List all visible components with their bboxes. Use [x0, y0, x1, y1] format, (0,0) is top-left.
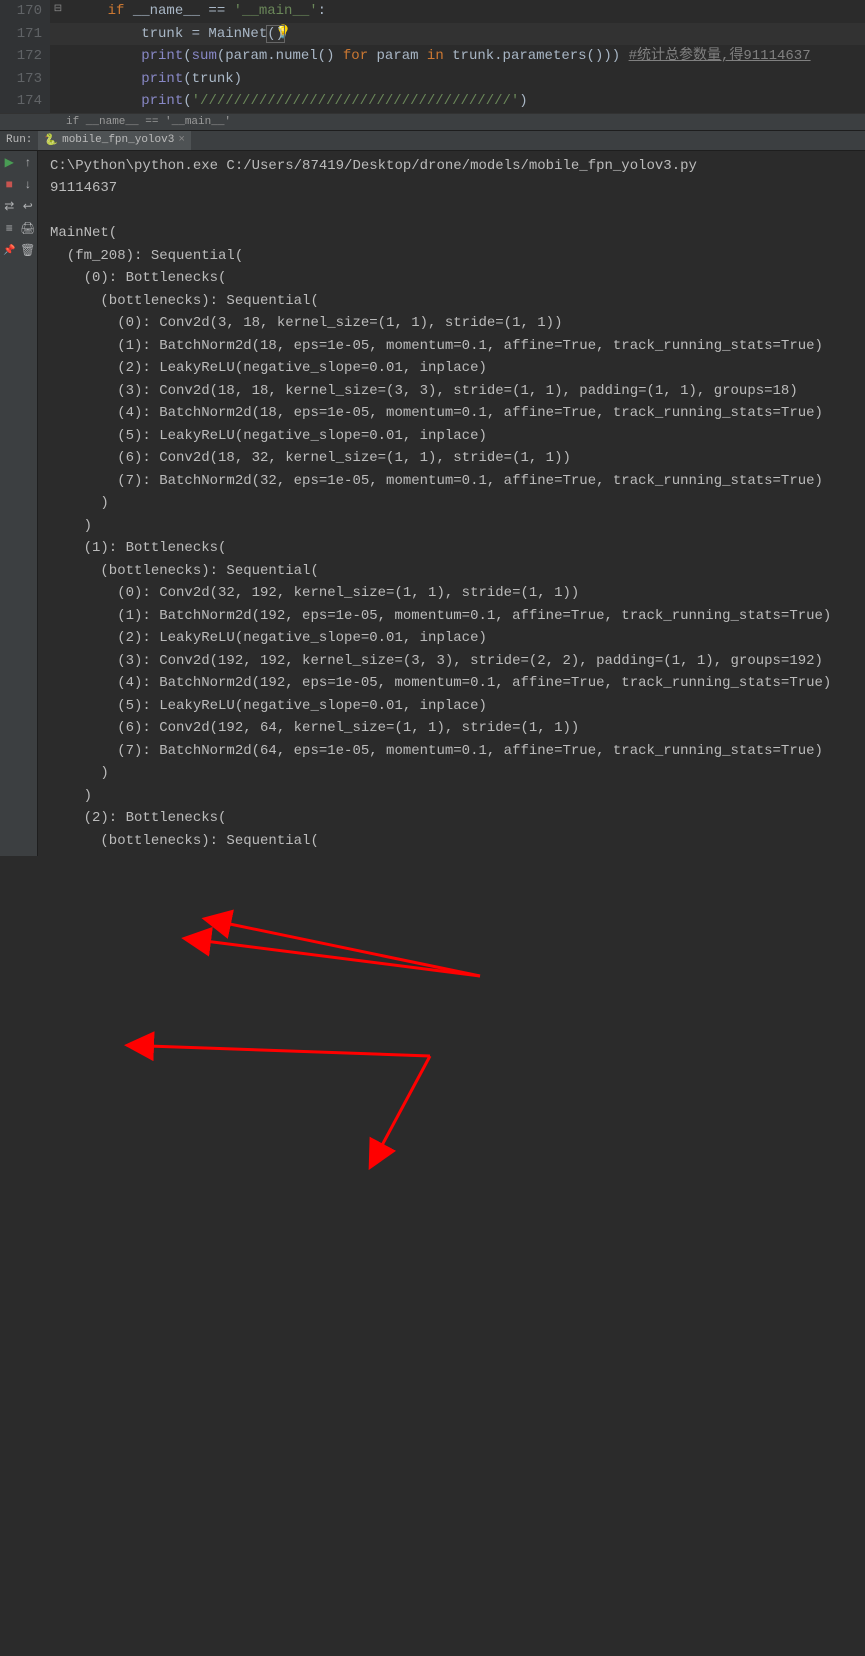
code-line-171[interactable]: 171 trunk = MainNet(): [0, 23, 865, 46]
stop-icon[interactable]: ■: [1, 177, 17, 193]
code-content[interactable]: trunk = MainNet(): [50, 23, 284, 46]
code-editor[interactable]: ▶⊟170 if __name__ == '__main__':💡171 tru…: [0, 0, 865, 113]
clear-icon[interactable]: 🗑: [20, 243, 36, 259]
up-icon[interactable]: ↑: [20, 155, 36, 171]
print-icon[interactable]: 🖨: [20, 221, 36, 237]
rerun-icon[interactable]: ▶: [1, 155, 17, 171]
down-icon[interactable]: ↓: [20, 177, 36, 193]
python-icon: 🐍: [44, 133, 58, 147]
line-number[interactable]: 173: [0, 68, 50, 91]
close-icon[interactable]: ×: [178, 134, 185, 146]
code-content[interactable]: if __name__ == '__main__':: [50, 0, 326, 23]
code-line-170[interactable]: 170 if __name__ == '__main__':: [0, 0, 865, 23]
line-number[interactable]: 170: [0, 0, 50, 23]
line-number[interactable]: 171: [0, 23, 50, 46]
pin-icon[interactable]: 📌: [1, 243, 17, 259]
fold-icon[interactable]: ⊟: [53, 3, 63, 15]
code-content[interactable]: print(sum(param.numel() for param in tru…: [50, 45, 811, 68]
wrap-icon[interactable]: ↩: [20, 199, 36, 215]
code-line-172[interactable]: 172 print(sum(param.numel() for param in…: [0, 45, 865, 68]
code-line-174[interactable]: 174 print('/////////////////////////////…: [0, 90, 865, 113]
run-label: Run:: [0, 134, 38, 146]
layout-icon[interactable]: ⇄: [1, 199, 17, 215]
settings-icon[interactable]: ≡: [1, 221, 17, 237]
code-content[interactable]: print('/////////////////////////////////…: [50, 90, 528, 113]
run-tab-label: mobile_fpn_yolov3: [62, 134, 174, 146]
console-output[interactable]: C:\Python\python.exe C:/Users/87419/Desk…: [38, 151, 865, 857]
code-line-173[interactable]: 173 print(trunk): [0, 68, 865, 91]
annotation-arrows: [0, 856, 865, 1656]
code-content[interactable]: print(trunk): [50, 68, 242, 91]
run-panel-header: Run: 🐍 mobile_fpn_yolov3 ×: [0, 131, 865, 151]
line-number[interactable]: 174: [0, 90, 50, 113]
line-number[interactable]: 172: [0, 45, 50, 68]
run-tab[interactable]: 🐍 mobile_fpn_yolov3 ×: [38, 131, 191, 150]
run-toolbar: ▶ ■ ⇄ ≡ 📌 ↑ ↓ ↩ 🖨 🗑: [0, 151, 38, 857]
console-panel: ▶ ■ ⇄ ≡ 📌 ↑ ↓ ↩ 🖨 🗑 C:\Python\python.exe…: [0, 151, 865, 857]
breadcrumb: if __name__ == '__main__': [0, 113, 865, 131]
